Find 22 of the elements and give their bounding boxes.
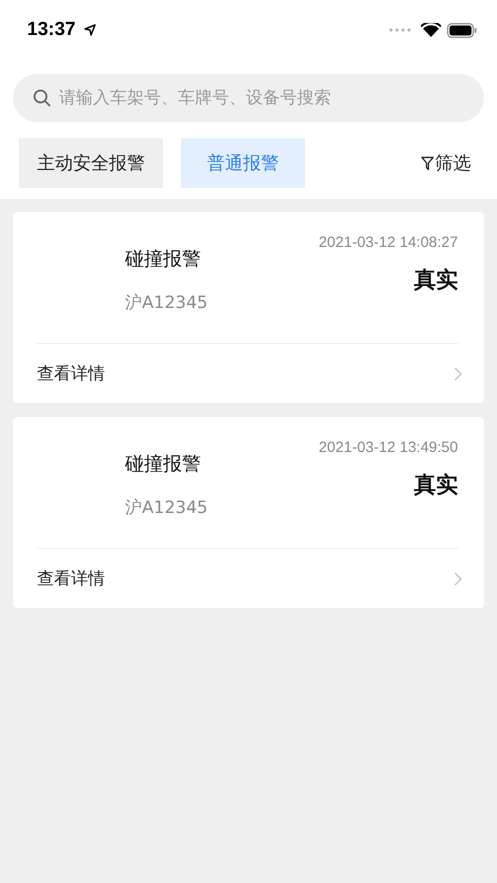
search-icon (33, 89, 51, 107)
chevron-right-icon (454, 366, 462, 380)
alarm-time: 2021-03-12 13:49:50 (318, 439, 458, 456)
alarm-verdict: 真实 (414, 267, 458, 295)
filter-icon (421, 155, 434, 171)
details-link[interactable]: 查看详情 (37, 549, 470, 608)
alarm-type: 碰撞报警 (125, 452, 202, 477)
filter-button[interactable]: 筛选 (421, 151, 471, 175)
chevron-right-icon (454, 572, 462, 586)
search-field[interactable]: 请输入车架号、车牌号、设备号搜索 (13, 74, 484, 122)
status-time: 13:37 (27, 19, 76, 41)
alarm-tab[interactable]: 主动安全报警 (19, 138, 163, 188)
location-arrow-icon (84, 24, 96, 36)
details-link[interactable]: 查看详情 (37, 344, 470, 403)
alarm-time: 2021-03-12 14:08:27 (318, 234, 458, 251)
signal-icon (389, 28, 411, 32)
plate-number: 沪A12345 (125, 292, 208, 314)
plate-number: 沪A12345 (125, 497, 208, 519)
alarm-type: 碰撞报警 (125, 247, 202, 272)
alarm-verdict: 真实 (414, 472, 458, 500)
wifi-icon (421, 22, 441, 38)
battery-icon (447, 22, 477, 38)
